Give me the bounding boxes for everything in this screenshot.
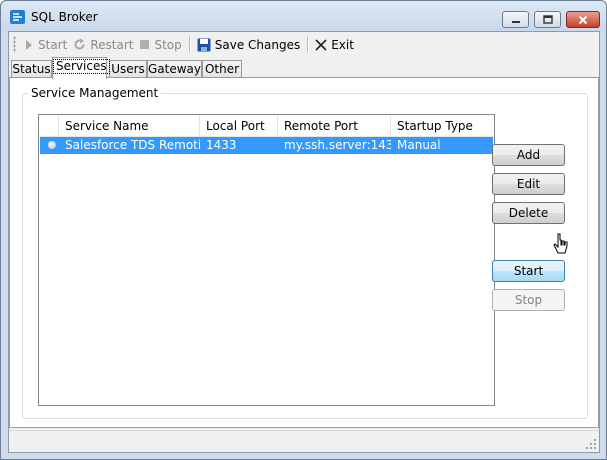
x-icon <box>315 38 327 51</box>
minimize-button[interactable] <box>502 11 529 28</box>
edit-button-label: Edit <box>516 177 541 191</box>
tab-label: Other <box>204 62 240 76</box>
client-area: Start Restart Stop Save Changes Exit Sta… <box>8 31 600 453</box>
close-button[interactable] <box>566 11 600 28</box>
list-header: Service Name Local Port Remote Port Star… <box>39 115 494 137</box>
size-grip-icon[interactable] <box>585 438 597 450</box>
window-title: SQL Broker <box>31 10 98 24</box>
minimize-icon <box>511 20 520 23</box>
services-list[interactable]: Service Name Local Port Remote Port Star… <box>38 114 495 406</box>
tab-other[interactable]: Other <box>202 60 242 78</box>
toolbar: Start Restart Stop Save Changes Exit <box>9 32 599 57</box>
status-dot-icon <box>48 141 56 149</box>
start-button-label: Start <box>513 264 544 278</box>
toolbar-separator <box>188 36 190 53</box>
group-label: Service Management <box>28 86 162 100</box>
toolbar-save-changes-label: Save Changes <box>214 37 301 52</box>
table-row[interactable]: Salesforce TDS Remoting 1433 my.ssh.serv… <box>40 137 493 154</box>
delete-button[interactable]: Delete <box>492 202 565 224</box>
toolbar-exit-button[interactable]: Exit <box>312 34 357 56</box>
toolbar-exit-label: Exit <box>331 37 354 52</box>
title-bar[interactable]: SQL Broker <box>1 1 606 31</box>
stop-icon <box>140 40 150 49</box>
column-header-remote-port[interactable]: Remote Port <box>278 115 391 137</box>
tab-services[interactable]: Services <box>52 57 110 79</box>
column-header-status[interactable] <box>39 115 59 137</box>
cell-local-port: 1433 <box>206 138 237 152</box>
toolbar-stop-label: Stop <box>154 37 182 52</box>
tab-label: Services <box>53 59 110 74</box>
toolbar-save-changes-button[interactable]: Save Changes <box>194 34 303 56</box>
tab-users[interactable]: Users <box>109 60 147 78</box>
toolbar-restart-label: Restart <box>90 37 134 52</box>
edit-button[interactable]: Edit <box>492 173 565 195</box>
row-status-cell <box>40 137 59 154</box>
floppy-disk-icon <box>197 38 211 51</box>
column-header-startup-type[interactable]: Startup Type <box>391 115 492 137</box>
maximize-icon <box>542 14 553 24</box>
column-header-service-name[interactable]: Service Name <box>59 115 200 137</box>
delete-button-label: Delete <box>508 206 549 220</box>
close-icon <box>578 15 588 24</box>
tab-gateway[interactable]: Gateway <box>147 60 202 78</box>
play-icon <box>26 39 32 50</box>
cell-service-name: Salesforce TDS Remoting <box>65 138 200 152</box>
service-management-group: Service Management Service Name Local Po… <box>22 86 588 419</box>
mouse-pointer-icon <box>553 233 568 254</box>
services-tab-panel: Service Management Service Name Local Po… <box>9 77 599 428</box>
cell-remote-port: my.ssh.server:1433 <box>284 138 391 152</box>
tab-label: Status <box>12 62 51 76</box>
tab-status[interactable]: Status <box>11 60 52 78</box>
add-button[interactable]: Add <box>492 144 565 166</box>
add-button-label: Add <box>516 148 541 162</box>
toolbar-grip[interactable] <box>13 36 16 53</box>
maximize-button[interactable] <box>534 11 561 28</box>
stop-button-label: Stop <box>514 293 543 307</box>
start-service-button[interactable]: Start <box>492 260 565 282</box>
column-header-local-port[interactable]: Local Port <box>200 115 278 137</box>
tab-label: Users <box>111 62 145 76</box>
toolbar-separator <box>307 36 309 53</box>
restart-icon <box>74 38 85 50</box>
tab-label: Gateway <box>148 62 202 76</box>
toolbar-restart-button[interactable]: Restart <box>70 34 136 56</box>
app-icon <box>10 10 25 24</box>
tab-strip: Status Services Users Gateway Other <box>9 57 599 79</box>
app-window: SQL Broker Start Restart Stop Save Chang… <box>0 0 607 460</box>
status-bar <box>9 430 599 452</box>
cell-startup-type: Manual <box>397 138 441 152</box>
toolbar-start-label: Start <box>38 37 68 52</box>
stop-service-button[interactable]: Stop <box>492 289 565 311</box>
toolbar-stop-button[interactable]: Stop <box>136 34 184 56</box>
toolbar-start-button[interactable]: Start <box>21 34 70 56</box>
